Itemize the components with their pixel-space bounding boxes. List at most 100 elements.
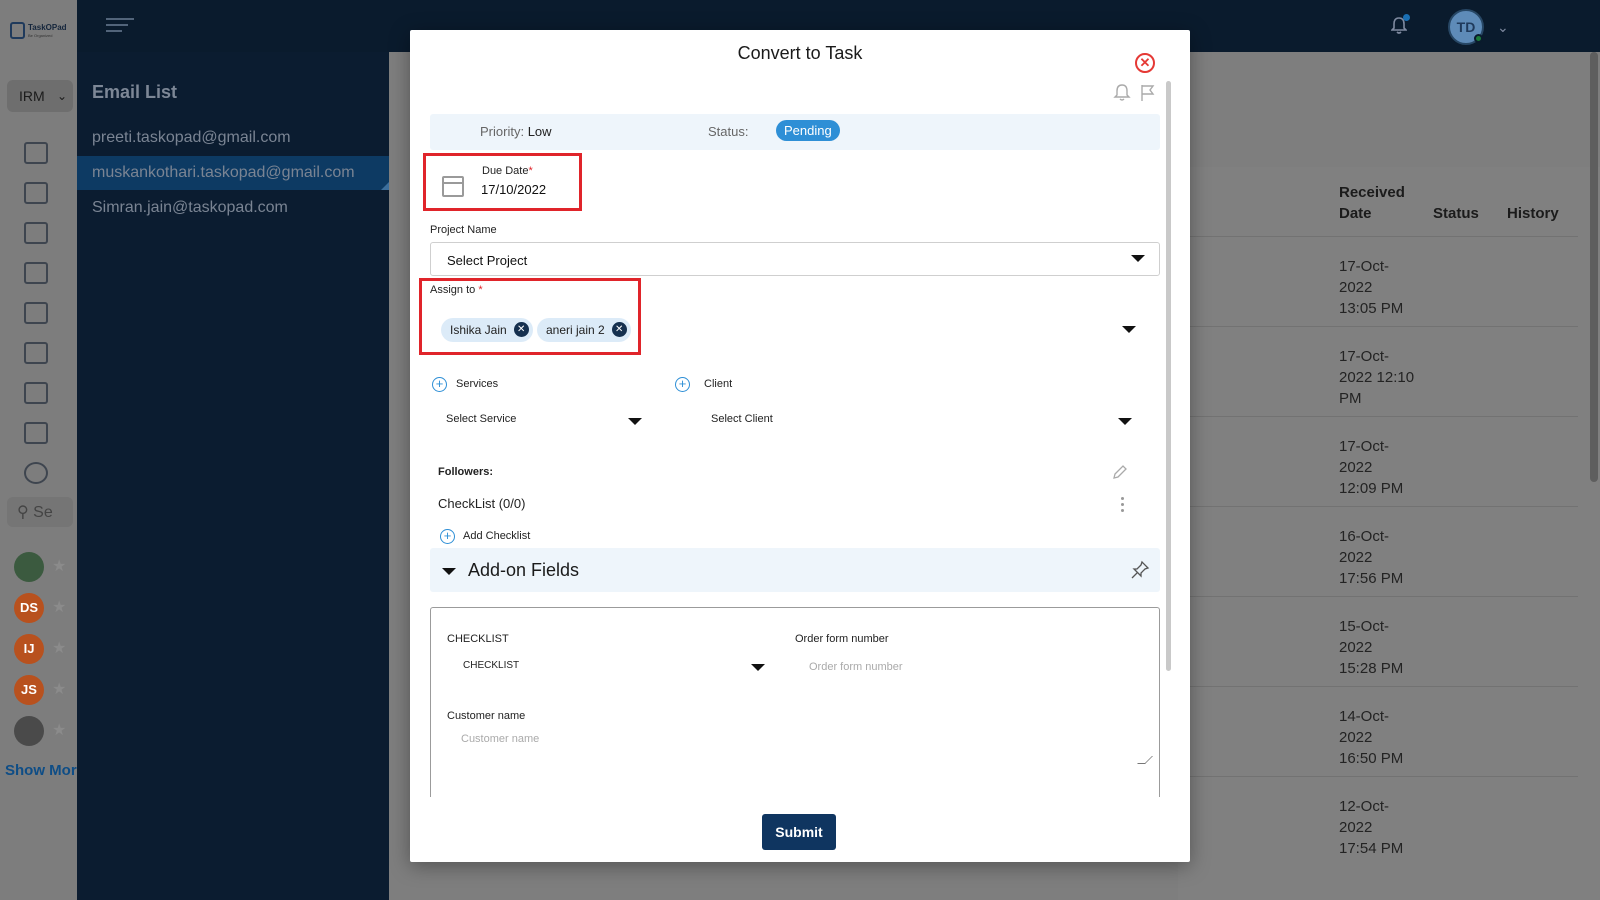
priority-field[interactable]: Priority: Low	[480, 124, 552, 139]
received-date-line: 15:28 PM	[1339, 660, 1404, 677]
star-icon[interactable]: ★	[52, 556, 66, 576]
received-date-line: 17:54 PM	[1339, 840, 1404, 857]
project-select[interactable]: Select Project	[430, 242, 1160, 276]
textarea-resize-handle[interactable]	[1137, 756, 1153, 764]
avatar[interactable]: IJ	[14, 634, 44, 664]
convert-to-task-modal: Convert to Task ✕ Priority: Low Status: …	[410, 30, 1190, 862]
logo-subtext: Be Organized	[28, 33, 53, 38]
customer-name-input[interactable]: Customer name	[461, 733, 539, 745]
chevron-down-icon	[1131, 255, 1145, 262]
priority-value: Low	[527, 124, 552, 139]
service-select[interactable]: Select Service	[446, 413, 516, 425]
checklist-field-select[interactable]: CHECKLIST	[463, 660, 519, 671]
avatar[interactable]: JS	[14, 675, 44, 705]
col-received-date[interactable]: Received Date	[1339, 182, 1419, 224]
email-item[interactable]: preeti.taskopad@gmail.com	[77, 121, 389, 155]
edit-icon[interactable]	[1112, 464, 1128, 480]
col-history[interactable]: History	[1507, 203, 1559, 224]
modal-scrollbar[interactable]	[1166, 81, 1171, 671]
search-icon: ⚲	[17, 504, 29, 521]
status-badge[interactable]: Pending	[776, 120, 840, 141]
email-item[interactable]: Simran.jain@taskopad.com	[77, 191, 389, 225]
add-checklist-icon[interactable]: +	[440, 529, 455, 544]
user-initials: TD	[1456, 19, 1476, 35]
received-date-line: 17-Oct-	[1339, 348, 1390, 365]
received-date-cell: 17-Oct- 2022 12:09 PM	[1339, 436, 1429, 499]
reports-icon[interactable]	[24, 262, 48, 284]
workspace-select[interactable]: IRM ⌄	[7, 80, 73, 112]
submit-button[interactable]: Submit	[762, 814, 836, 850]
addon-fields-panel: CHECKLIST CHECKLIST Order form number Or…	[430, 607, 1160, 797]
calendar-icon[interactable]	[24, 302, 48, 324]
addon-fields-header[interactable]: Add-on Fields	[430, 548, 1160, 592]
calendar-icon[interactable]	[442, 176, 464, 197]
avatar[interactable]	[14, 716, 44, 746]
received-date-cell: 17-Oct- 2022 12:10 PM	[1339, 346, 1429, 409]
assignee-name: Ishika Jain	[450, 323, 507, 337]
client-select[interactable]: Select Client	[711, 413, 773, 425]
users-icon[interactable]	[24, 462, 48, 484]
service-chevron-down-icon[interactable]	[628, 418, 642, 425]
logo-icon	[10, 22, 25, 39]
assign-dropdown-chevron-icon[interactable]	[1122, 326, 1136, 333]
projects-icon[interactable]	[24, 222, 48, 244]
services-label: Services	[456, 378, 499, 390]
user-avatar[interactable]: TD	[1448, 9, 1484, 45]
received-date-line: 12:09 PM	[1339, 480, 1404, 497]
received-date-line: 16-Oct-	[1339, 528, 1390, 545]
star-icon[interactable]: ★	[52, 638, 66, 658]
add-client-icon[interactable]: +	[675, 377, 690, 392]
notes-icon[interactable]	[24, 422, 48, 444]
received-date-cell: 12-Oct- 2022 17:54 PM	[1339, 796, 1429, 859]
project-select-value: Select Project	[447, 253, 528, 268]
checklist-chevron-down-icon[interactable]	[751, 664, 765, 671]
flag-icon[interactable]	[1140, 84, 1156, 102]
analytics-icon[interactable]	[24, 342, 48, 364]
assignee-chip[interactable]: aneri jain 2 ✕	[537, 318, 631, 342]
assignee-chip[interactable]: Ishika Jain ✕	[441, 318, 533, 342]
received-date-line: 2022	[1339, 819, 1373, 836]
received-date-line: 13:05 PM	[1339, 300, 1404, 317]
remove-icon[interactable]: ✕	[513, 322, 529, 337]
received-date-line: 12-Oct-	[1339, 798, 1390, 815]
add-checklist-link[interactable]: Add Checklist	[463, 530, 530, 542]
received-date-line: 16:50 PM	[1339, 750, 1404, 767]
received-date-line: 2022	[1339, 639, 1373, 656]
dashboard-icon[interactable]	[24, 142, 48, 164]
app-logo[interactable]: TaskOPad Be Organized	[10, 20, 68, 42]
remove-icon[interactable]: ✕	[611, 322, 627, 337]
add-service-icon[interactable]: +	[432, 377, 447, 392]
star-icon[interactable]: ★	[52, 720, 66, 740]
checklist-field-label: CHECKLIST	[447, 633, 509, 645]
followers-label: Followers:	[438, 466, 494, 478]
order-form-label: Order form number	[795, 633, 889, 645]
due-date-input[interactable]: 17/10/2022	[481, 182, 546, 197]
pin-icon[interactable]	[1130, 560, 1150, 580]
customer-name-label: Customer name	[447, 710, 526, 722]
received-date-cell: 17-Oct- 2022 13:05 PM	[1339, 256, 1429, 319]
avatar[interactable]: DS	[14, 593, 44, 623]
received-date-line: 15-Oct-	[1339, 618, 1390, 635]
online-status-dot	[1474, 34, 1483, 43]
email-item-active[interactable]: muskankothari.taskopad@gmail.com	[77, 156, 389, 190]
documents-icon[interactable]	[24, 382, 48, 404]
page-scrollbar[interactable]	[1590, 52, 1598, 482]
order-form-input[interactable]: Order form number	[809, 661, 903, 673]
more-options-icon[interactable]	[1121, 497, 1125, 513]
chevron-down-icon[interactable]: ⌄	[1497, 19, 1509, 36]
close-icon[interactable]: ✕	[1135, 53, 1155, 73]
reminder-bell-icon[interactable]	[1112, 83, 1132, 103]
star-icon[interactable]: ★	[52, 679, 66, 699]
col-status[interactable]: Status	[1433, 203, 1479, 224]
avatar[interactable]	[14, 552, 44, 582]
rail-search[interactable]: ⚲ Se	[7, 497, 73, 527]
received-date-cell: 14-Oct- 2022 16:50 PM	[1339, 706, 1429, 769]
star-icon[interactable]: ★	[52, 597, 66, 617]
menu-icon[interactable]	[106, 18, 134, 34]
tasks-icon[interactable]	[24, 182, 48, 204]
received-date-line: 17:56 PM	[1339, 570, 1404, 587]
email-list-panel: Email List preeti.taskopad@gmail.com mus…	[77, 52, 389, 900]
row-divider	[1178, 686, 1578, 687]
show-more-link[interactable]: Show Mor	[5, 762, 77, 779]
client-chevron-down-icon[interactable]	[1118, 418, 1132, 425]
